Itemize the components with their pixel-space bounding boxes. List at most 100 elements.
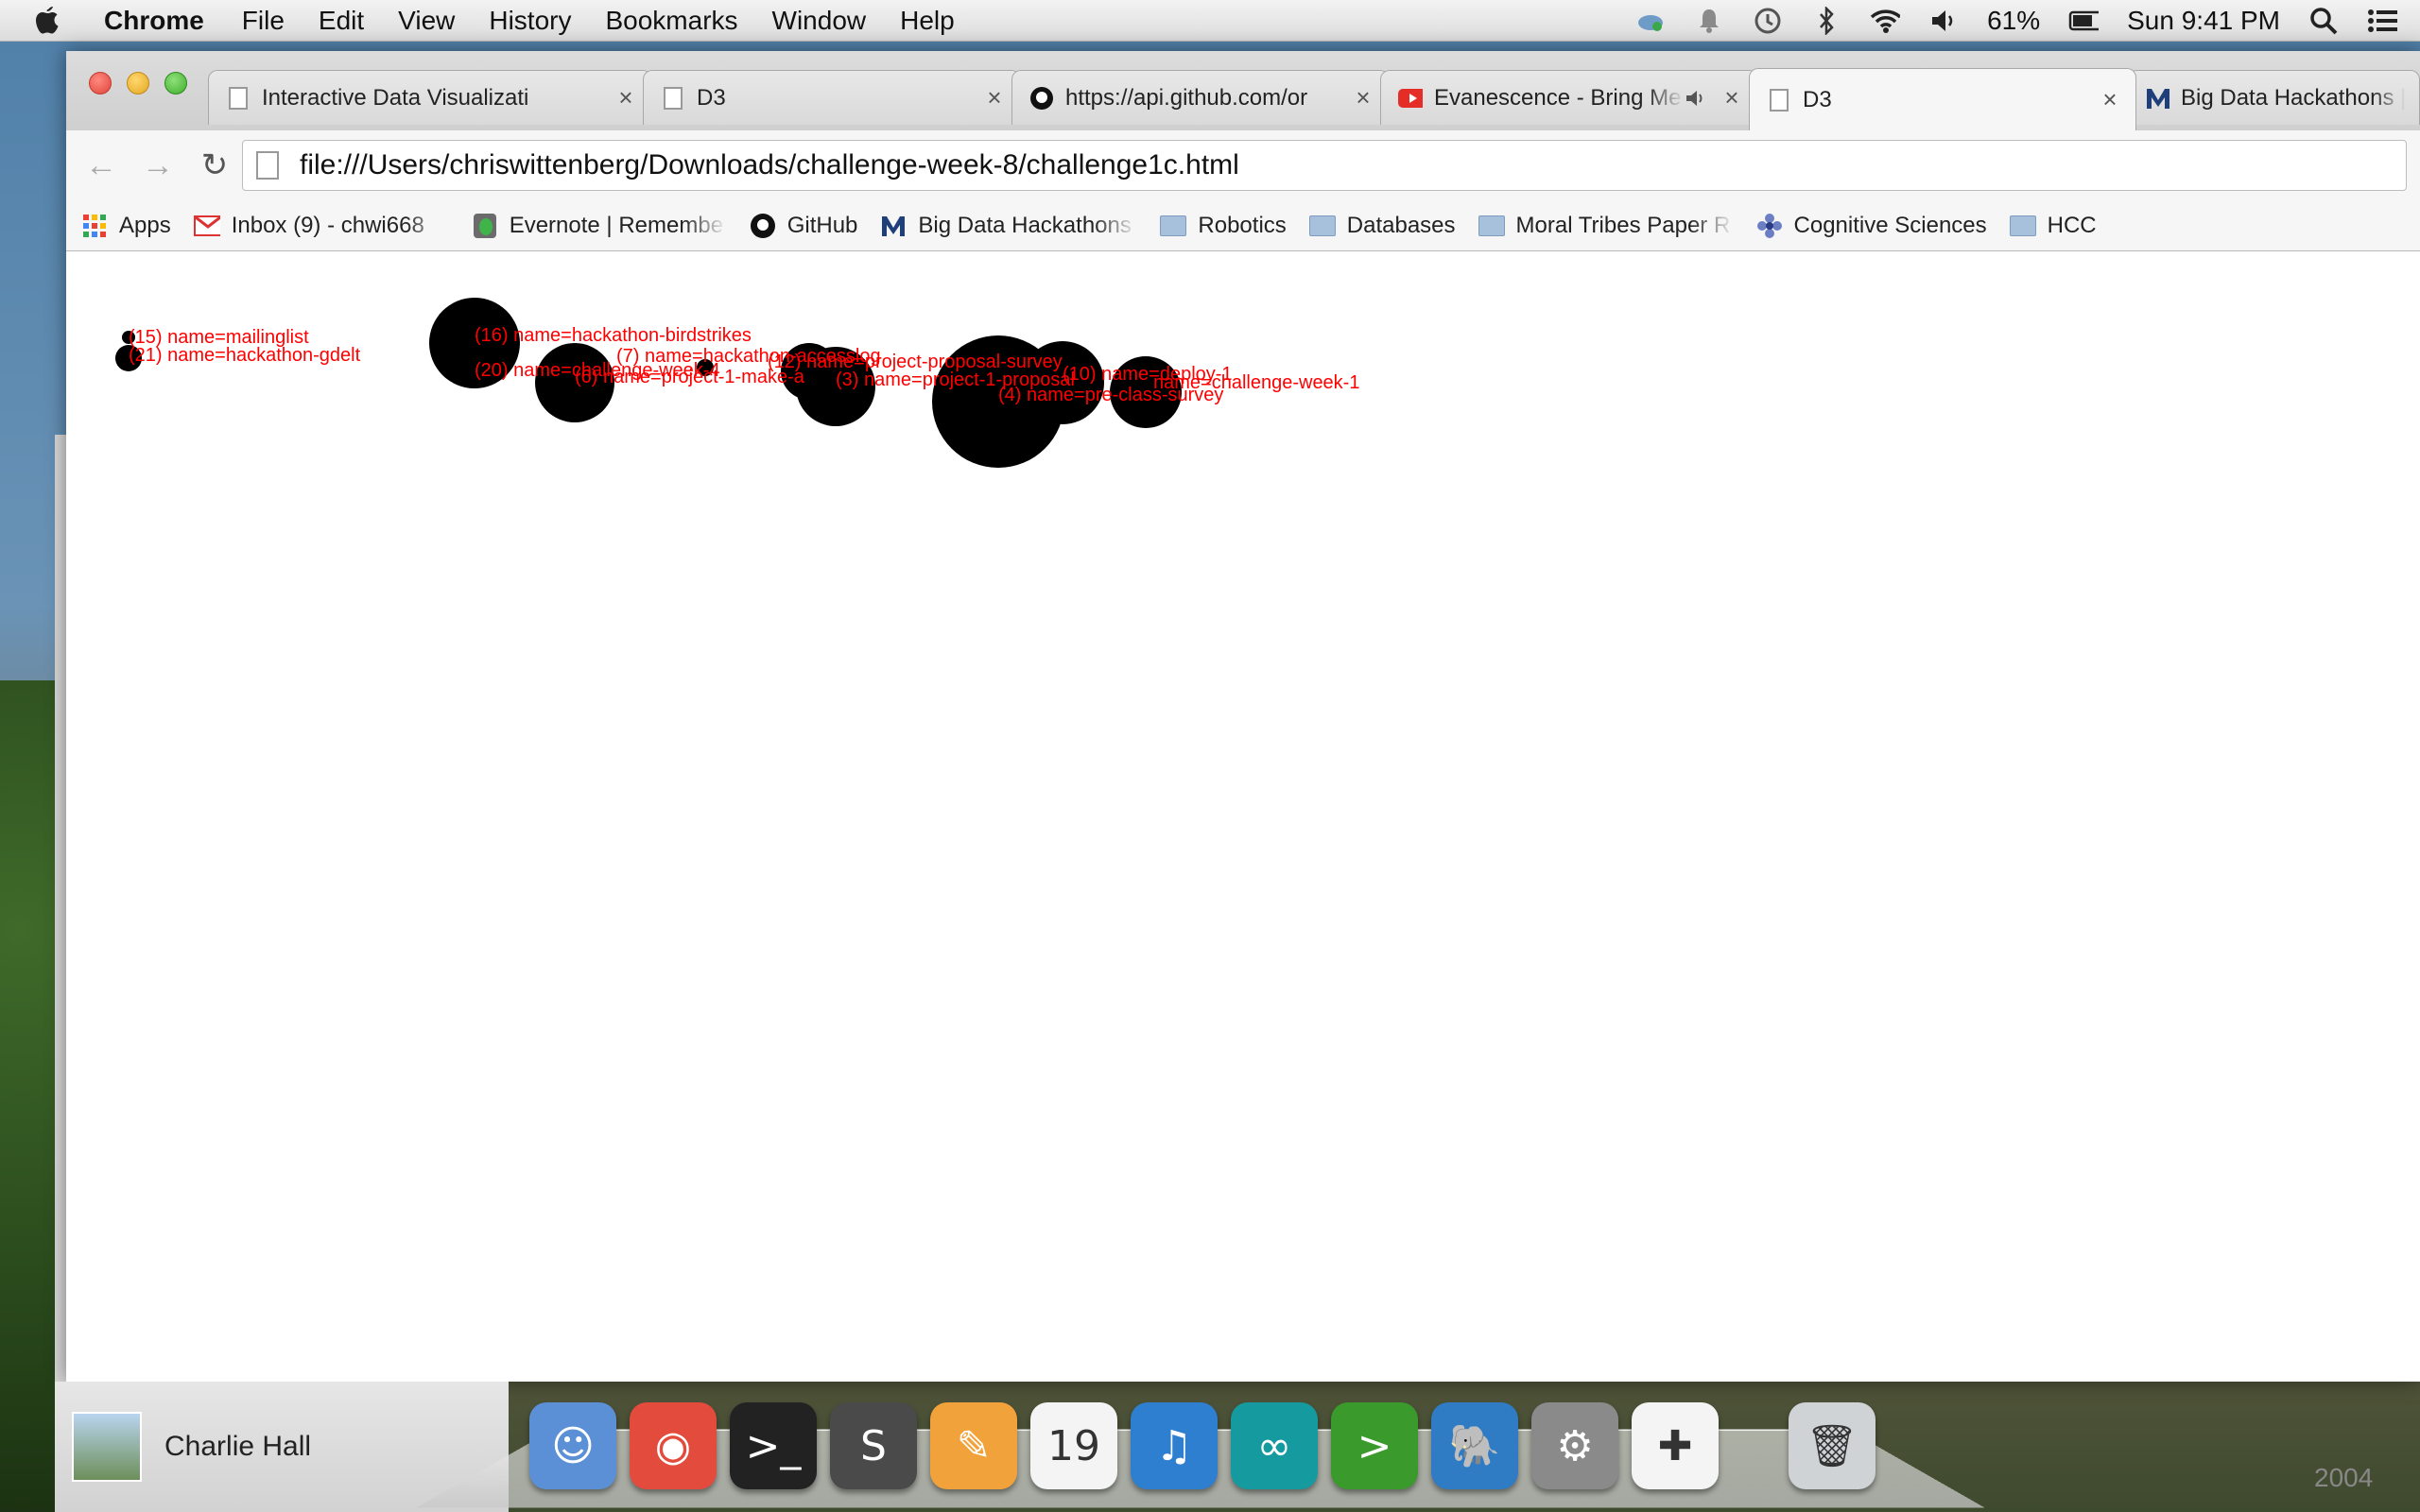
bookmark-label: Big Data Hackathons xyxy=(918,212,1132,238)
bookmark-gmail-inbox[interactable]: Inbox (9) - chwi668 xyxy=(193,213,449,239)
chrome-icon[interactable]: ◉ xyxy=(630,1402,717,1489)
menu-bookmarks[interactable]: Bookmarks xyxy=(605,6,737,36)
bookmark-folder-hcc[interactable]: HCC xyxy=(2009,213,2097,239)
dock: ☺ ◉ >_ S ✎ 19 ♫ ∞ > 🐘 ⚙ ✚ 🗑 xyxy=(529,1385,1876,1489)
tab-evanescence[interactable]: Evanescence - Bring Me × xyxy=(1380,70,1758,125)
menubar-clock[interactable]: Sun 9:41 PM xyxy=(2127,6,2280,36)
trash-icon[interactable]: 🗑 xyxy=(1789,1402,1876,1489)
menu-app-name[interactable]: Chrome xyxy=(104,6,204,36)
shell-icon[interactable]: > xyxy=(1331,1402,1418,1489)
tab-d3-active[interactable]: D3 × xyxy=(1749,68,2136,130)
menu-edit[interactable]: Edit xyxy=(319,6,364,36)
elephant-icon[interactable]: 🐘 xyxy=(1431,1402,1518,1489)
reload-icon[interactable]: ↻ xyxy=(193,144,236,187)
wifi-icon[interactable] xyxy=(1870,6,1901,36)
bookmark-cognitive-sciences[interactable]: Cognitive Sciences xyxy=(1756,213,1987,239)
bookmark-big-data-hackathons[interactable]: Big Data Hackathons xyxy=(880,213,1137,239)
folder-icon xyxy=(1160,214,1187,238)
bluetooth-icon[interactable] xyxy=(1811,6,1841,36)
tableau-icon[interactable]: ✚ xyxy=(1632,1402,1719,1489)
tab-github-api[interactable]: https://api.github.com/or × xyxy=(1011,70,1390,125)
page-icon xyxy=(226,86,251,111)
battery-icon[interactable] xyxy=(2068,6,2100,36)
notification-center-icon[interactable] xyxy=(2367,6,2397,36)
itunes-icon[interactable]: ♫ xyxy=(1131,1402,1218,1489)
chrome-window: Interactive Data Visualizati × D3 × http… xyxy=(66,51,2420,1382)
tab-close-icon[interactable]: × xyxy=(1351,83,1375,112)
status-area: 61% Sun 9:41 PM xyxy=(1635,0,2397,42)
audio-playing-icon xyxy=(1684,86,1708,111)
url-text[interactable]: file:///Users/chriswittenberg/Downloads/… xyxy=(300,149,1239,181)
cloud-sync-icon[interactable] xyxy=(1635,6,1666,36)
system-preferences-icon[interactable]: ⚙ xyxy=(1531,1402,1618,1489)
tab-title: https://api.github.com/or xyxy=(1065,84,1308,111)
gmail-icon xyxy=(193,214,220,238)
m-logo-icon xyxy=(880,214,907,238)
bookmark-evernote[interactable]: Evernote | Remembe xyxy=(472,213,727,239)
menu-history[interactable]: History xyxy=(489,6,571,36)
page-icon xyxy=(661,86,685,111)
bookmark-apps[interactable]: Apps xyxy=(81,213,171,239)
bookmark-folder-robotics[interactable]: Robotics xyxy=(1160,213,1287,239)
menu-window[interactable]: Window xyxy=(772,6,867,36)
bookmark-label: GitHub xyxy=(786,212,858,238)
node-label: (16) name=hackathon-birdstrikes xyxy=(475,325,752,346)
terminal-icon[interactable]: >_ xyxy=(730,1402,817,1489)
bookmark-label: Cognitive Sciences xyxy=(1793,212,1987,238)
spotlight-search-icon[interactable] xyxy=(2308,6,2339,36)
window-close-button[interactable] xyxy=(89,72,112,94)
tab-interactive-data-visualization[interactable]: Interactive Data Visualizati × xyxy=(208,70,652,125)
contact-photo xyxy=(72,1412,142,1482)
tab-strip: Interactive Data Visualizati × D3 × http… xyxy=(66,51,2420,130)
window-minimize-button[interactable] xyxy=(127,72,149,94)
address-bar[interactable]: file:///Users/chriswittenberg/Downloads/… xyxy=(242,140,2407,191)
pages-icon[interactable]: ✎ xyxy=(930,1402,1017,1489)
tab-title: Evanescence - Bring Me xyxy=(1434,84,1682,111)
notification-bell-icon[interactable] xyxy=(1694,6,1724,36)
tab-big-data-hackathons[interactable]: Big Data Hackathons | Univ xyxy=(2127,70,2420,125)
tab-close-icon[interactable]: × xyxy=(2098,85,2122,114)
bookmarks-bar: Apps Inbox (9) - chwi668 Evernote | Reme… xyxy=(66,200,2420,251)
apps-grid-icon xyxy=(81,214,108,238)
tab-title: D3 xyxy=(1803,86,1832,112)
folder-icon xyxy=(1308,214,1336,238)
bubble-visualization: (15) name=mailinglist(21) name=hackathon… xyxy=(115,298,1359,468)
browser-toolbar: ← → ↻ file:///Users/chriswittenberg/Down… xyxy=(66,130,2420,200)
tab-title: Big Data Hackathons | Univ xyxy=(2181,84,2406,111)
folder-icon xyxy=(1478,214,1505,238)
m-logo-icon xyxy=(2145,86,2169,111)
time-machine-icon[interactable] xyxy=(1753,6,1783,36)
forward-arrow-icon[interactable]: → xyxy=(136,144,180,187)
youtube-icon xyxy=(1398,86,1423,111)
tab-close-icon[interactable]: × xyxy=(982,83,1007,112)
menu-file[interactable]: File xyxy=(242,6,285,36)
page-icon xyxy=(256,151,279,180)
calendar-icon[interactable]: 19 xyxy=(1030,1402,1117,1489)
apple-logo-icon[interactable] xyxy=(34,2,72,40)
bookmark-github[interactable]: GitHub xyxy=(750,212,858,239)
flower-icon xyxy=(1756,213,1783,238)
github-icon xyxy=(750,213,776,238)
bookmark-label: Apps xyxy=(119,212,171,238)
back-arrow-icon[interactable]: ← xyxy=(79,144,123,187)
menu-help[interactable]: Help xyxy=(900,6,955,36)
page-icon xyxy=(1767,88,1791,112)
tab-title: Interactive Data Visualizati xyxy=(262,84,529,111)
tab-close-icon[interactable]: × xyxy=(1720,83,1744,112)
sublime-text-icon[interactable]: S xyxy=(830,1402,917,1489)
battery-percent[interactable]: 61% xyxy=(1987,6,2040,36)
evernote-icon xyxy=(472,213,498,238)
finder-icon[interactable]: ☺ xyxy=(529,1402,616,1489)
tab-close-icon[interactable]: × xyxy=(614,83,638,112)
volume-icon[interactable] xyxy=(1928,6,1959,36)
bookmark-folder-moral-tribes[interactable]: Moral Tribes Paper R xyxy=(1478,213,1734,239)
menu-view[interactable]: View xyxy=(398,6,455,36)
node-label: name=challenge-week-1 xyxy=(1153,372,1359,393)
bookmark-folder-databases[interactable]: Databases xyxy=(1308,213,1456,239)
github-icon xyxy=(1029,86,1054,111)
window-zoom-button[interactable] xyxy=(164,72,187,94)
arduino-icon[interactable]: ∞ xyxy=(1231,1402,1318,1489)
bookmark-label: Evernote | Remembe xyxy=(509,212,724,238)
tab-d3[interactable]: D3 × xyxy=(643,70,1021,125)
contact-name: Charlie Hall xyxy=(164,1431,312,1462)
